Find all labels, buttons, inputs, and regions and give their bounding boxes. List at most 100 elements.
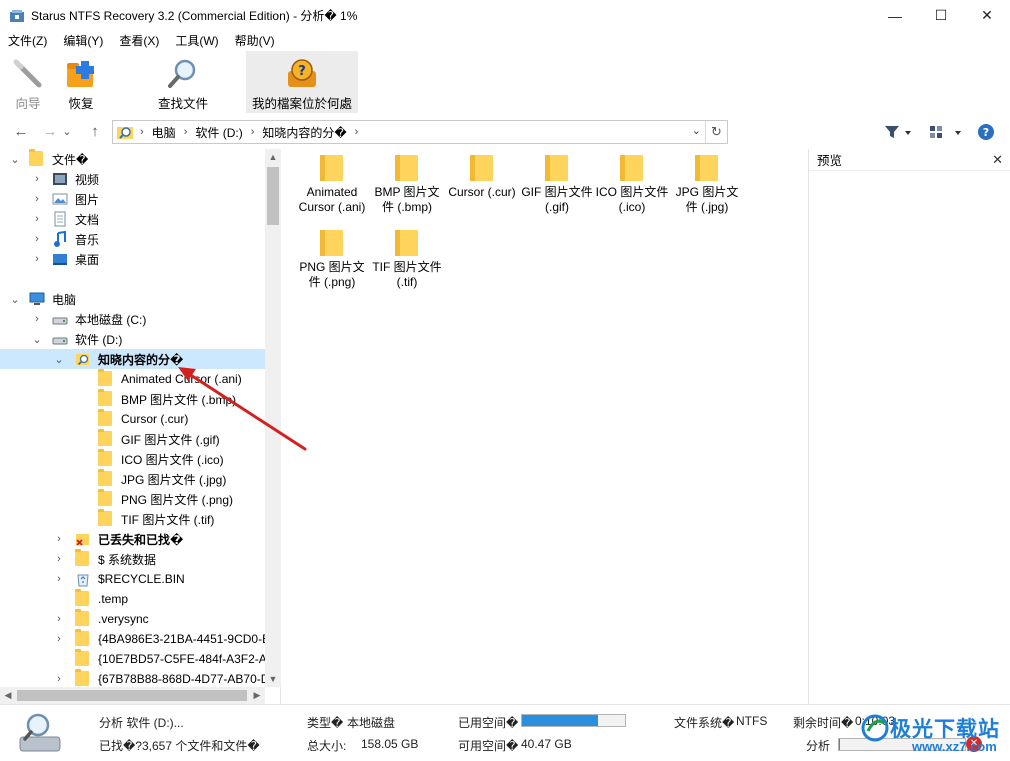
- file-item[interactable]: PNG 图片文件 (.png): [295, 224, 369, 290]
- restore-button[interactable]: 恢复: [56, 51, 106, 113]
- breadcrumb-known-content[interactable]: 知晓内容的分�: [258, 124, 350, 141]
- scroll-thumb[interactable]: [17, 690, 247, 701]
- tree-item[interactable]: GIF 图片文件 (.gif): [0, 429, 265, 449]
- back-button[interactable]: ←: [9, 119, 33, 143]
- tree-item[interactable]: › .verysync: [0, 609, 265, 629]
- history-dropdown-button[interactable]: ⌄: [60, 119, 74, 143]
- tree-item[interactable]: › 本地磁盘 (C:): [0, 309, 265, 329]
- scroll-thumb[interactable]: [267, 167, 279, 225]
- folder-icon: [545, 155, 568, 181]
- expander-chevron-icon[interactable]: ›: [53, 533, 65, 545]
- tree-item[interactable]: Animated Cursor (.ani): [0, 369, 265, 389]
- tree-item[interactable]: ⌄ 知晓内容的分�: [0, 349, 265, 369]
- file-item[interactable]: BMP 图片文件 (.bmp): [370, 149, 444, 215]
- expander-chevron-icon[interactable]: ›: [31, 213, 43, 225]
- view-mode-button[interactable]: [926, 120, 966, 144]
- find-files-button[interactable]: 查找文件: [128, 51, 238, 113]
- tree-item[interactable]: BMP 图片文件 (.bmp): [0, 389, 265, 409]
- maximize-button[interactable]: ☐: [918, 0, 964, 31]
- tree-item[interactable]: › {4BA986E3-21BA-4451-9CD0-BD: [0, 629, 265, 649]
- scroll-up-arrow[interactable]: ▲: [265, 149, 281, 165]
- tree-item[interactable]: › 音乐: [0, 229, 265, 249]
- expander-chevron-icon[interactable]: ⌄: [31, 333, 43, 346]
- tree-item[interactable]: TIF 图片文件 (.tif): [0, 509, 265, 529]
- address-bar[interactable]: › 电脑 › 软件 (D:) › 知晓内容的分� › ⌄ ↻: [112, 120, 728, 144]
- address-dropdown-button[interactable]: ⌄: [692, 124, 701, 137]
- tree-item[interactable]: › 视频: [0, 169, 265, 189]
- minimize-button[interactable]: —: [872, 0, 918, 31]
- tree-item-label: 本地磁盘 (C:): [75, 312, 147, 327]
- menu-view[interactable]: 查看(X): [111, 31, 167, 51]
- tree-item[interactable]: PNG 图片文件 (.png): [0, 489, 265, 509]
- breadcrumb-computer[interactable]: 电脑: [148, 124, 180, 141]
- where-are-my-files-button[interactable]: ? 我的檔案位於何處: [246, 51, 358, 113]
- expander-chevron-icon[interactable]: ⌄: [53, 353, 65, 366]
- expander-chevron-icon[interactable]: ›: [53, 573, 65, 585]
- file-item-label: ICO 图片文件 (.ico): [595, 185, 669, 214]
- scroll-down-arrow[interactable]: ▼: [265, 671, 281, 687]
- folder-icon: [320, 155, 343, 181]
- breadcrumb-separator: ›: [140, 126, 144, 138]
- tree-item[interactable]: › $ 系统数据: [0, 549, 265, 569]
- file-item[interactable]: JPG 图片文件 (.jpg): [670, 149, 744, 215]
- breadcrumb-separator[interactable]: ›: [247, 126, 259, 138]
- tree-item[interactable]: ⌄ 电脑: [0, 289, 265, 309]
- status-bar: 分析 软件 (D:)... 已找�?3,657 个文件和文件� 类型� 本地磁盘…: [0, 704, 1010, 761]
- tree-item[interactable]: .temp: [0, 589, 265, 609]
- tree-item[interactable]: › $RECYCLE.BIN: [0, 569, 265, 589]
- tree-item-label: $RECYCLE.BIN: [98, 572, 185, 586]
- menu-file[interactable]: 文件(Z): [0, 31, 55, 51]
- expander-chevron-icon[interactable]: ›: [53, 613, 65, 625]
- wizard-button[interactable]: 向导: [0, 51, 56, 113]
- menu-tools[interactable]: 工具(W): [167, 31, 226, 51]
- breadcrumb-drive-d[interactable]: 软件 (D:): [191, 124, 246, 141]
- breadcrumb-separator[interactable]: ›: [180, 126, 192, 138]
- file-item[interactable]: TIF 图片文件 (.tif): [370, 224, 444, 290]
- wand-icon: [11, 57, 45, 91]
- tree-item[interactable]: › 已丢失和已找�: [0, 529, 265, 549]
- filter-button[interactable]: [880, 120, 916, 144]
- expander-chevron-icon[interactable]: ›: [31, 193, 43, 205]
- forward-button[interactable]: →: [38, 119, 62, 143]
- expander-chevron-icon[interactable]: ›: [53, 633, 65, 645]
- tree-vertical-scrollbar[interactable]: ▲ ▼: [265, 149, 281, 687]
- expander-chevron-icon[interactable]: ›: [31, 313, 43, 325]
- menu-help[interactable]: 帮助(V): [227, 31, 283, 51]
- tree-item[interactable]: ICO 图片文件 (.ico): [0, 449, 265, 469]
- expander-chevron-icon[interactable]: ⌄: [9, 153, 21, 166]
- breadcrumb-separator[interactable]: ›: [351, 126, 363, 138]
- tree-item[interactable]: › 桌面: [0, 249, 265, 269]
- scroll-right-arrow[interactable]: ▶: [249, 687, 265, 704]
- tree-item[interactable]: JPG 图片文件 (.jpg): [0, 469, 265, 489]
- tree-item[interactable]: Cursor (.cur): [0, 409, 265, 429]
- expander-chevron-icon[interactable]: ›: [53, 673, 65, 685]
- file-item[interactable]: ICO 图片文件 (.ico): [595, 149, 669, 215]
- expander-chevron-icon[interactable]: ›: [31, 253, 43, 265]
- menu-edit[interactable]: 编辑(Y): [55, 31, 111, 51]
- tree-item[interactable]: ⌄ 软件 (D:): [0, 329, 265, 349]
- tree-item[interactable]: ⌄ 文件�: [0, 149, 265, 169]
- app-icon: [9, 8, 25, 24]
- file-item[interactable]: Cursor (.cur): [445, 149, 519, 200]
- help-button[interactable]: ?: [976, 120, 996, 144]
- tree-item[interactable]: › 图片: [0, 189, 265, 209]
- preview-close-button[interactable]: ✕: [992, 152, 1003, 168]
- refresh-button[interactable]: ↻: [705, 121, 727, 143]
- expander-chevron-icon[interactable]: ›: [31, 173, 43, 185]
- file-item-label: Animated Cursor (.ani): [298, 185, 366, 214]
- scroll-left-arrow[interactable]: ◀: [0, 687, 16, 704]
- up-button[interactable]: ↑: [83, 119, 107, 143]
- restore-icon: [64, 57, 98, 91]
- tree-item[interactable]: › {67B78B88-868D-4D77-AB70-D0: [0, 669, 265, 689]
- expander-chevron-icon[interactable]: ›: [53, 553, 65, 565]
- expander-chevron-icon[interactable]: ⌄: [9, 293, 21, 306]
- tree-horizontal-scrollbar[interactable]: ◀ ▶: [0, 687, 265, 704]
- file-item[interactable]: GIF 图片文件 (.gif): [520, 149, 594, 215]
- file-item[interactable]: Animated Cursor (.ani): [295, 149, 369, 215]
- tree-item[interactable]: {10E7BD57-C5FE-484f-A3F2-A17: [0, 649, 265, 669]
- files-found: 已找�?3,657 个文件和文件�: [99, 739, 260, 753]
- expander-chevron-icon[interactable]: ›: [31, 233, 43, 245]
- close-button[interactable]: ✕: [964, 0, 1010, 31]
- tree-item[interactable]: › 文档: [0, 209, 265, 229]
- total-size-value: 158.05 GB: [361, 737, 419, 751]
